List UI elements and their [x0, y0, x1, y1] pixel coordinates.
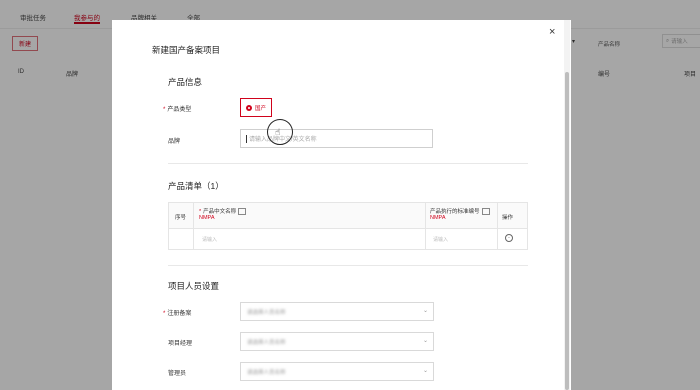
standard-cell-input[interactable]: 请输入	[433, 236, 448, 243]
cn-name-cell-input[interactable]: 请输入	[202, 236, 217, 243]
product-type-option-label: 国产	[254, 105, 266, 112]
hand-cursor-icon: ☝	[275, 127, 281, 137]
column-divider	[193, 203, 194, 249]
admin-select[interactable]: 请选择人员名称 ⌄	[240, 362, 434, 381]
required-mark: *	[163, 311, 166, 317]
chevron-down-icon: ⌄	[422, 308, 428, 314]
product-type-label: * 产品类型	[163, 107, 192, 113]
document-icon[interactable]	[481, 208, 490, 216]
modal-title: 新建国产备案项目	[152, 45, 221, 55]
section-title-personnel: 项目人员设置	[168, 281, 220, 291]
create-project-modal: 新建国产备案项目 × 产品信息 * 产品类型 国产 品牌 请输入品牌中文/英文名称…	[112, 20, 571, 390]
product-type-option-domestic[interactable]: 国产	[240, 98, 272, 117]
document-icon[interactable]	[238, 208, 247, 216]
header-action: 操作	[502, 215, 514, 221]
nmpa-tag: NMPA	[430, 215, 446, 222]
chevron-down-icon: ⌄	[422, 338, 428, 344]
project-manager-select[interactable]: 请选择人员名称 ⌄	[240, 332, 434, 351]
admin-label: 管理员	[168, 371, 187, 377]
section-divider	[168, 163, 528, 164]
header-cn-name: * 产品中文名称 NMPA	[199, 207, 247, 222]
registration-select-value: 请选择人员名称	[247, 309, 286, 316]
column-divider	[425, 203, 426, 249]
registration-label: * 注册备案	[163, 311, 192, 317]
text-caret	[246, 134, 247, 143]
header-standard-number: 产品执行的标准编号 NMPA	[430, 207, 490, 221]
chevron-down-icon: ⌄	[422, 368, 428, 374]
delete-icon[interactable]: −	[505, 234, 513, 242]
admin-select-value: 请选择人员名称	[247, 369, 286, 376]
nmpa-tag: NMPA	[199, 215, 215, 222]
radio-selected-icon	[245, 104, 252, 111]
registration-select[interactable]: 请选择人员名称 ⌄	[240, 302, 434, 321]
section-divider	[168, 265, 528, 266]
section-title-product-info: 产品信息	[168, 77, 203, 87]
product-list-table: 序号 * 产品中文名称 NMPA 产品执行的标准编号 NMPA 操作 请输入 请输…	[168, 202, 528, 250]
project-manager-label: 项目经理	[168, 341, 193, 347]
project-manager-select-value: 请选择人员名称	[247, 339, 286, 346]
required-mark: *	[163, 107, 166, 113]
column-divider	[497, 203, 498, 249]
modal-scrollbar-thumb[interactable]	[565, 72, 569, 390]
close-icon[interactable]: ×	[549, 26, 555, 38]
section-title-product-list: 产品清单（1）	[168, 181, 224, 191]
header-index: 序号	[175, 215, 187, 221]
brand-label: 品牌	[168, 139, 181, 145]
